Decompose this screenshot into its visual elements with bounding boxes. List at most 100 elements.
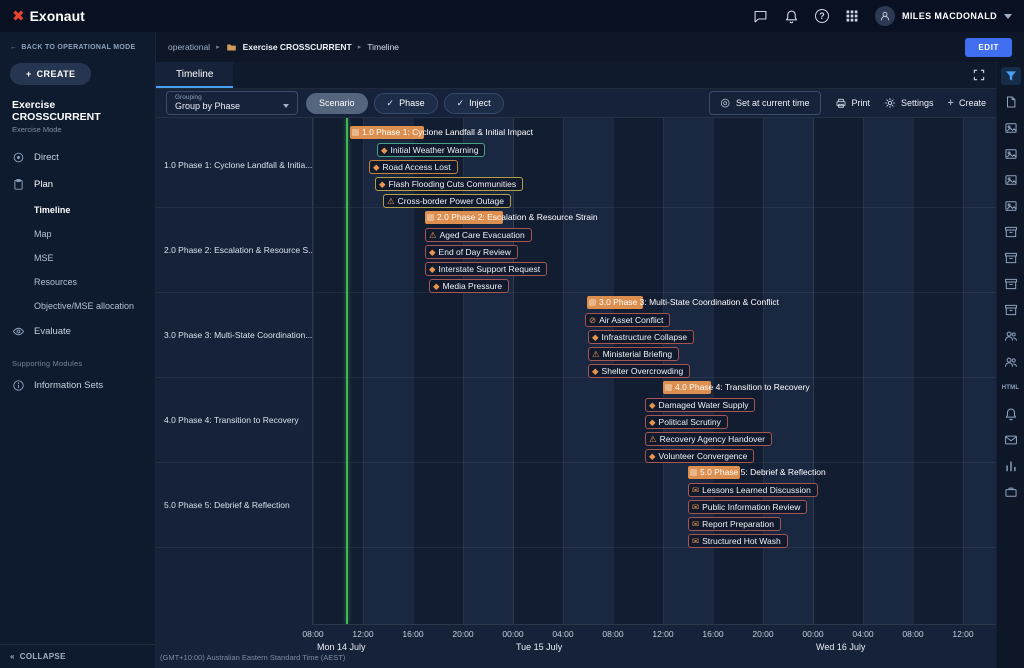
inject-chip[interactable]: ◆Shelter Overcrowding (588, 364, 690, 378)
tab-timeline[interactable]: Timeline (156, 62, 233, 88)
create-button[interactable]: + CREATE (10, 63, 91, 85)
phase-row: 4.0 Phase 4: Transition to Recovery◆Dama… (313, 378, 996, 463)
sidebar-item-evaluate[interactable]: Evaluate (0, 318, 155, 345)
chat-icon[interactable] (753, 9, 768, 24)
inject-chip[interactable]: ◆Damaged Water Supply (645, 398, 755, 412)
edit-button[interactable]: EDIT (965, 38, 1012, 57)
users-icon[interactable] (1001, 353, 1021, 371)
sidebar-item-map[interactable]: Map (0, 222, 155, 246)
inject-label: Ministerial Briefing (603, 349, 672, 359)
media-card-icon[interactable] (1001, 171, 1021, 189)
archive-icon[interactable] (1001, 301, 1021, 319)
sidebar-item-information-sets[interactable]: Information Sets (0, 372, 155, 399)
warning-icon: ⚠ (592, 350, 600, 359)
phase-bar-label: 5.0 Phase 5: Debrief & Reflection (700, 466, 826, 479)
diamond-icon: ◆ (649, 452, 656, 461)
breadcrumb-exercise[interactable]: Exercise CROSSCURRENT (243, 42, 352, 52)
inject-chip[interactable]: ◆End of Day Review (425, 245, 518, 259)
set-at-current-time-button[interactable]: ◎ Set at current time (709, 91, 820, 115)
axis-tick-label: 08:00 (902, 629, 923, 639)
briefcase-icon[interactable] (1001, 483, 1021, 501)
info-icon (12, 379, 25, 392)
axis-tick-label: 12:00 (652, 629, 673, 639)
inject-label: Political Scrutiny (659, 417, 721, 427)
inject-chip[interactable]: ⚠Ministerial Briefing (588, 347, 679, 361)
filter-chip-inject[interactable]: ✓Inject (444, 93, 504, 114)
inject-chip[interactable]: ⊘Air Asset Conflict (585, 313, 670, 327)
user-menu[interactable]: MILES MACDONALD (875, 6, 1012, 26)
inject-chip[interactable]: ◆Infrastructure Collapse (588, 330, 694, 344)
inject-chip[interactable]: ◆Flash Flooding Cuts Communities (375, 177, 523, 191)
mail-icon[interactable] (1001, 431, 1021, 449)
phase-row-label: 4.0 Phase 4: Transition to Recovery (156, 378, 312, 463)
app-logo[interactable]: ✖ Exonaut (12, 8, 85, 24)
inject-chip[interactable]: ◆Initial Weather Warning (377, 143, 485, 157)
filter-icon[interactable] (1001, 67, 1021, 85)
breadcrumb-operational[interactable]: operational (168, 42, 210, 52)
filter-chip-scenario[interactable]: Scenario (306, 93, 368, 114)
html-icon[interactable]: HTML (1001, 379, 1021, 397)
sidebar-item-resources[interactable]: Resources (0, 270, 155, 294)
filter-chips: Scenario ✓Phase ✓Inject (306, 93, 504, 114)
archive-icon[interactable] (1001, 249, 1021, 267)
timeline-grid[interactable]: 1.0 Phase 1: Cyclone Landfall & Initial … (313, 118, 996, 625)
sidebar-item-plan[interactable]: Plan (0, 171, 155, 198)
phase-bar[interactable]: 1.0 Phase 1: Cyclone Landfall & Initial … (350, 126, 424, 139)
notifications-bell-icon[interactable] (784, 9, 799, 24)
sidebar-item-objective-mse-allocation[interactable]: Objective/MSE allocation (0, 294, 155, 318)
apps-grid-icon[interactable] (845, 9, 859, 23)
archive-icon[interactable] (1001, 223, 1021, 241)
media-card-icon[interactable] (1001, 145, 1021, 163)
phase-bar[interactable]: 4.0 Phase 4: Transition to Recovery (663, 381, 711, 394)
sidebar-item-direct[interactable]: Direct (0, 144, 155, 171)
phase-row: 2.0 Phase 2: Escalation & Resource Strai… (313, 208, 996, 293)
inject-chip[interactable]: ✉Report Preparation (688, 517, 781, 531)
grouping-select[interactable]: Grouping Group by Phase (166, 91, 298, 115)
phase-bar[interactable]: 5.0 Phase 5: Debrief & Reflection (688, 466, 740, 479)
sidebar-item-timeline[interactable]: Timeline (0, 198, 155, 222)
print-button[interactable]: Print (835, 97, 871, 109)
inject-chip[interactable]: ✉Structured Hot Wash (688, 534, 788, 548)
bell-icon[interactable] (1001, 405, 1021, 423)
media-card-icon[interactable] (1001, 119, 1021, 137)
diamond-icon: ◆ (429, 265, 436, 274)
media-card-icon[interactable] (1001, 197, 1021, 215)
inject-chip[interactable]: ◆Media Pressure (429, 279, 509, 293)
document-icon[interactable] (1001, 93, 1021, 111)
axis-tick-label: 16:00 (402, 629, 423, 639)
phase-row: 1.0 Phase 1: Cyclone Landfall & Initial … (313, 123, 996, 208)
plus-icon: + (948, 98, 954, 109)
inject-chip[interactable]: ⚠Recovery Agency Handover (645, 432, 772, 446)
inject-label: Shelter Overcrowding (602, 366, 684, 376)
sidebar-item-mse[interactable]: MSE (0, 246, 155, 270)
settings-button[interactable]: Settings (884, 97, 934, 109)
archive-icon[interactable] (1001, 275, 1021, 293)
collapse-sidebar-button[interactable]: « COLLAPSE (0, 644, 155, 668)
chart-icon[interactable] (1001, 457, 1021, 475)
inject-chip[interactable]: ⚠Aged Care Evacuation (425, 228, 532, 242)
inject-chip[interactable]: ✉Public Information Review (688, 500, 807, 514)
inject-label: Media Pressure (443, 281, 503, 291)
plus-icon: + (26, 69, 32, 79)
phase-bar[interactable]: 3.0 Phase 3: Multi-State Coordination & … (587, 296, 643, 309)
inject-chip[interactable]: ⚠Cross-border Power Outage (383, 194, 511, 208)
inject-label: Road Access Lost (383, 162, 451, 172)
inject-label: Infrastructure Collapse (602, 332, 688, 342)
warning-icon: ⚠ (429, 231, 437, 240)
axis-tick-label: 04:00 (552, 629, 573, 639)
inject-chip[interactable]: ◆Volunteer Convergence (645, 449, 754, 463)
phase-bar[interactable]: 2.0 Phase 2: Escalation & Resource Strai… (425, 211, 503, 224)
inject-chip[interactable]: ◆Political Scrutiny (645, 415, 728, 429)
inject-label: Damaged Water Supply (659, 400, 749, 410)
fullscreen-icon[interactable] (972, 68, 986, 82)
filter-chip-phase[interactable]: ✓Phase (374, 93, 438, 114)
help-icon[interactable]: ? (815, 9, 829, 23)
create-inject-button[interactable]: + Create (948, 98, 986, 109)
phase-bar-label: 4.0 Phase 4: Transition to Recovery (675, 381, 810, 394)
inject-label: Cross-border Power Outage (398, 196, 504, 206)
users-icon[interactable] (1001, 327, 1021, 345)
inject-chip[interactable]: ✉Lessons Learned Discussion (688, 483, 818, 497)
inject-chip[interactable]: ◆Road Access Lost (369, 160, 458, 174)
inject-chip[interactable]: ◆Interstate Support Request (425, 262, 547, 276)
back-to-operational-link[interactable]: ← BACK TO OPERATIONAL MODE (0, 32, 155, 55)
